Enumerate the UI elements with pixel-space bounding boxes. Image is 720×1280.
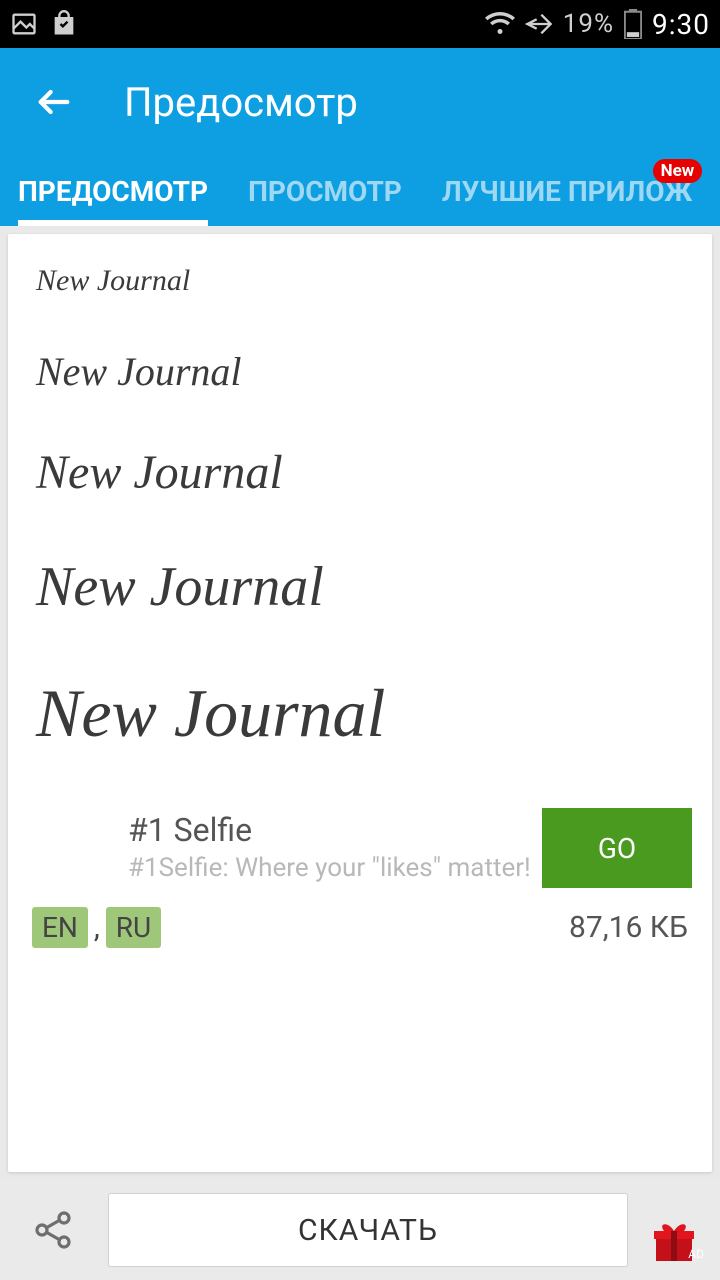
gift-ad-button[interactable]: AD bbox=[642, 1195, 706, 1265]
share-button[interactable] bbox=[14, 1195, 94, 1265]
status-bar: 19% 9:30 bbox=[0, 0, 720, 48]
download-label: СКАЧАТЬ bbox=[298, 1213, 438, 1248]
airplane-icon bbox=[525, 10, 553, 38]
lang-separator: , bbox=[94, 910, 100, 945]
font-preview-list: New Journal New Journal New Journal New … bbox=[8, 234, 712, 793]
bottom-bar: СКАЧАТЬ AD bbox=[0, 1180, 720, 1280]
ad-subtitle: #1Selfie: Where your "likes" matter! bbox=[128, 853, 542, 884]
tab-label: ПРОСМОТР bbox=[248, 175, 402, 208]
lang-chip-ru[interactable]: RU bbox=[106, 907, 161, 948]
battery-percentage: 19% bbox=[563, 9, 614, 39]
ad-row[interactable]: #1 Selfie #1Selfie: Where your "likes" m… bbox=[8, 793, 712, 901]
lang-chip-en[interactable]: EN bbox=[32, 907, 88, 948]
app-bar: Предосмотр ПРЕДОСМОТР ПРОСМОТР ЛУЧШИЕ ПР… bbox=[0, 48, 720, 226]
new-badge: New bbox=[653, 159, 703, 183]
image-icon bbox=[10, 10, 38, 38]
gift-ad-label: AD bbox=[688, 1247, 704, 1261]
meta-row: EN , RU 87,16 КБ bbox=[8, 901, 712, 966]
ad-title: #1 Selfie bbox=[128, 811, 542, 849]
tab-view[interactable]: ПРОСМОТР bbox=[248, 175, 402, 226]
back-button[interactable] bbox=[24, 82, 84, 122]
battery-icon bbox=[624, 9, 642, 39]
ad-thumbnail bbox=[28, 803, 118, 893]
clock: 9:30 bbox=[652, 8, 710, 41]
tab-label: ЛУЧШИЕ ПРИЛОЖ bbox=[442, 175, 692, 208]
main-card: New Journal New Journal New Journal New … bbox=[8, 234, 712, 1172]
ad-go-label: GO bbox=[598, 832, 636, 865]
download-button[interactable]: СКАЧАТЬ bbox=[108, 1193, 628, 1267]
bag-icon bbox=[50, 10, 78, 38]
preview-sample: New Journal bbox=[36, 555, 684, 619]
tab-label: ПРЕДОСМОТР bbox=[18, 175, 208, 208]
tab-best-apps[interactable]: ЛУЧШИЕ ПРИЛОЖ New bbox=[442, 175, 692, 226]
file-size: 87,16 КБ bbox=[569, 910, 688, 945]
ad-go-button[interactable]: GO bbox=[542, 808, 692, 888]
ad-text: #1 Selfie #1Selfie: Where your "likes" m… bbox=[128, 811, 542, 884]
preview-sample: New Journal bbox=[36, 348, 684, 395]
preview-sample: New Journal bbox=[36, 445, 684, 500]
preview-sample: New Journal bbox=[36, 674, 684, 753]
preview-sample: New Journal bbox=[36, 264, 684, 298]
tab-preview[interactable]: ПРЕДОСМОТР bbox=[18, 175, 208, 226]
wifi-icon bbox=[485, 11, 515, 37]
page-title: Предосмотр bbox=[124, 79, 358, 126]
tabs: ПРЕДОСМОТР ПРОСМОТР ЛУЧШИЕ ПРИЛОЖ New bbox=[0, 156, 720, 226]
